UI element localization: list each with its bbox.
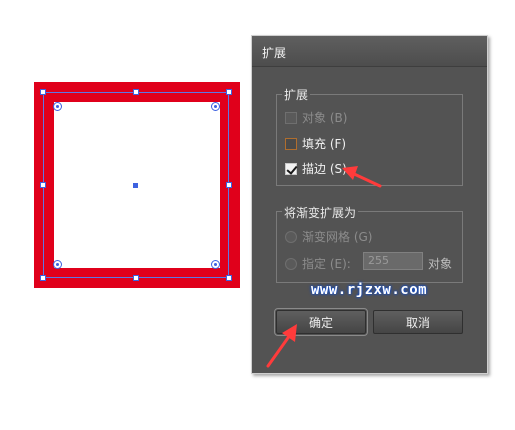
object-option: 对象 (B)	[285, 109, 347, 126]
corner-radius-widget-bottom-left[interactable]	[53, 260, 62, 269]
handle-bottom-middle[interactable]	[133, 275, 139, 281]
handle-top-right[interactable]	[226, 89, 232, 95]
expand-group-label: 扩展	[282, 86, 311, 103]
fill-option[interactable]: 填充 (F)	[285, 135, 346, 152]
specify-option: 指定 (E):	[285, 255, 351, 272]
handle-middle-left[interactable]	[40, 182, 46, 188]
handle-top-left[interactable]	[40, 89, 46, 95]
handle-bottom-right[interactable]	[226, 275, 232, 281]
handle-top-middle[interactable]	[133, 89, 139, 95]
handle-middle-right[interactable]	[226, 182, 232, 188]
gradient-expand-group-label: 将渐变扩展为	[282, 204, 359, 221]
stroke-label: 描边 (S)	[302, 162, 347, 176]
dialog-title: 扩展	[262, 46, 287, 60]
corner-radius-widget-top-left[interactable]	[53, 102, 62, 111]
specify-label: 指定 (E):	[302, 257, 351, 271]
dialog-titlebar[interactable]: 扩展	[252, 36, 487, 67]
object-label: 对象 (B)	[302, 111, 348, 125]
specify-radio[interactable]	[285, 257, 297, 270]
fill-checkbox[interactable]	[285, 137, 297, 150]
corner-radius-widget-top-right[interactable]	[211, 102, 220, 111]
fill-label: 填充 (F)	[302, 137, 347, 151]
watermark-text: www.rjzxw.com	[311, 282, 428, 298]
center-point	[133, 183, 138, 188]
stroke-checkbox[interactable]	[285, 162, 297, 175]
gradient-mesh-radio[interactable]	[285, 230, 297, 243]
object-checkbox[interactable]	[285, 111, 297, 124]
stroke-option[interactable]: 描边 (S)	[285, 160, 347, 177]
specify-objects-input[interactable]: 255	[363, 252, 423, 270]
ok-button[interactable]: 确定	[274, 308, 368, 336]
gradient-mesh-option: 渐变网格 (G)	[285, 228, 372, 245]
gradient-expand-group	[276, 211, 463, 283]
cancel-button[interactable]: 取消	[373, 310, 463, 334]
gradient-mesh-label: 渐变网格 (G)	[302, 230, 373, 244]
specify-unit-label: 对象	[428, 257, 453, 271]
handle-bottom-left[interactable]	[40, 275, 46, 281]
corner-radius-widget-bottom-right[interactable]	[211, 260, 220, 269]
